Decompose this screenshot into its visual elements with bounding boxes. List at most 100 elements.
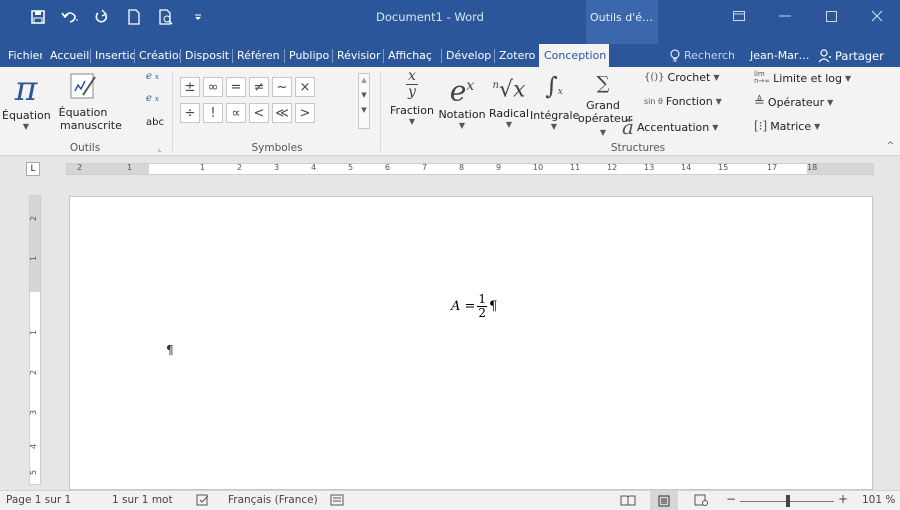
- dialog-launcher-icon[interactable]: ⌞: [158, 144, 162, 153]
- symbol-tilde[interactable]: ~: [272, 77, 292, 97]
- proofing-icon[interactable]: [196, 494, 210, 509]
- tab-affichage[interactable]: Affichaç: [384, 44, 441, 67]
- equation[interactable]: A = 1 2 ¶: [451, 293, 497, 320]
- symbol-plus-minus[interactable]: ±: [180, 77, 200, 97]
- matrix-button[interactable]: [⁝] Matrice ▼: [754, 119, 820, 133]
- word-count[interactable]: 1 sur 1 mot: [112, 494, 173, 506]
- tab-zotero[interactable]: Zotero: [495, 44, 539, 67]
- ruler-tick-label: 7: [422, 163, 428, 172]
- minimize-icon[interactable]: [762, 0, 808, 32]
- operator-button[interactable]: ≜ Opérateur ▼: [754, 95, 833, 110]
- user-name[interactable]: Jean-Mar…: [750, 44, 809, 67]
- radical-button[interactable]: n√x Radical ▼: [486, 69, 532, 129]
- scroll-down-icon[interactable]: ▼: [359, 86, 369, 104]
- tell-me-box[interactable]: Recherch: [670, 44, 735, 67]
- symbol-much-less-than[interactable]: ≪: [272, 103, 292, 123]
- ink-equation-label-1: Équation: [58, 106, 108, 119]
- qat-customize-icon[interactable]: [188, 7, 208, 27]
- symbol-gallery-scroll[interactable]: ▲ ▼ ▼: [358, 73, 370, 129]
- lightbulb-icon: [670, 49, 680, 61]
- tab-disposition[interactable]: Disposit: [181, 44, 232, 67]
- bracket-button[interactable]: {()} Crochet ▼: [644, 71, 719, 84]
- limit-log-button[interactable]: lim n→∞ Limite et log ▼: [754, 71, 851, 85]
- close-icon[interactable]: [854, 0, 900, 32]
- title-bar: Document1 - Word Outils d'é…: [0, 0, 900, 44]
- horizontal-ruler[interactable]: 2 1 1 2 3 4 5 6 7 8 9 10 11 12 13 14 15 17 18: [66, 163, 874, 175]
- symbol-greater-than[interactable]: >: [295, 103, 315, 123]
- symbol-proportional[interactable]: ∝: [226, 103, 246, 123]
- tab-developpeur[interactable]: Dévelop: [442, 44, 494, 67]
- equation-fraction: 1 2: [477, 293, 488, 320]
- ruler-tick-label: 9: [496, 163, 502, 172]
- ribbon: π Équation ▼ Équation manuscrite ex ex a…: [0, 67, 900, 156]
- zoom-out-button[interactable]: −: [726, 492, 736, 506]
- zoom-in-button[interactable]: +: [838, 492, 848, 506]
- symbol-equal[interactable]: =: [226, 77, 246, 97]
- gallery-expand-icon[interactable]: ▼: [359, 104, 369, 116]
- read-mode-icon[interactable]: [620, 494, 636, 509]
- function-button[interactable]: sin θ Fonction ▼: [644, 95, 722, 108]
- symbol-not-equal[interactable]: ≠: [249, 77, 269, 97]
- tab-creation[interactable]: Créatior: [135, 44, 180, 67]
- redo-icon[interactable]: [92, 7, 112, 27]
- collapse-ribbon-icon[interactable]: ^: [886, 141, 894, 151]
- ruler-tick-label: 4: [311, 163, 317, 172]
- zoom-level[interactable]: 101 %: [862, 494, 895, 506]
- tab-accueil[interactable]: Accueil: [42, 44, 90, 67]
- language[interactable]: Français (France): [228, 494, 318, 506]
- equation-button[interactable]: π Équation ▼: [2, 69, 51, 131]
- ruler-tick-label: 3: [274, 163, 280, 172]
- script-button[interactable]: ex Notation ▼: [436, 69, 488, 130]
- tab-references[interactable]: Référen: [233, 44, 284, 67]
- document-page[interactable]: A = 1 2 ¶ ¶: [69, 196, 873, 490]
- tab-selector[interactable]: L: [26, 162, 40, 176]
- share-button[interactable]: Partager: [818, 44, 884, 67]
- group-outils: π Équation ▼ Équation manuscrite ex ex a…: [0, 67, 170, 156]
- save-icon[interactable]: [28, 7, 48, 27]
- ink-equation-button[interactable]: Équation manuscrite: [52, 71, 122, 132]
- professional-format-icon[interactable]: ex: [146, 71, 159, 82]
- page-count[interactable]: Page 1 sur 1: [6, 494, 71, 506]
- vertical-ruler-tick-label: 4: [29, 443, 39, 450]
- chevron-down-icon: ▼: [845, 73, 852, 83]
- equation-lhs: A =: [451, 299, 476, 314]
- integral-button[interactable]: ∫x Intégrale ▼: [530, 69, 579, 131]
- scroll-up-icon[interactable]: ▲: [359, 74, 369, 86]
- tab-revision[interactable]: Révisior: [333, 44, 383, 67]
- symbol-times[interactable]: ×: [295, 77, 315, 97]
- print-preview-icon[interactable]: [156, 7, 176, 27]
- pi-icon: π: [14, 69, 38, 109]
- group-divider: [380, 71, 381, 151]
- accent-button[interactable]: ä Accentuation ▼: [622, 115, 718, 139]
- ruler-tick-label: 2: [237, 163, 243, 172]
- tab-publipostage[interactable]: Publipo: [285, 44, 332, 67]
- macro-recording-icon[interactable]: [330, 494, 344, 509]
- fraction-denominator: 2: [478, 306, 487, 320]
- fraction-button[interactable]: xy Fraction ▼: [386, 68, 438, 127]
- group-symboles: ± ∞ = ≠ ~ × ÷ ! ∝ < ≪ > ▲ ▼ ▼ Symboles: [174, 67, 380, 156]
- web-layout-icon[interactable]: [694, 494, 708, 509]
- print-layout-icon[interactable]: [650, 491, 678, 510]
- maximize-icon[interactable]: [808, 0, 854, 32]
- tab-insertion[interactable]: Insertio: [91, 44, 134, 67]
- ruler-tick-label: 5: [348, 163, 354, 172]
- new-document-icon[interactable]: [124, 7, 144, 27]
- fraction-icon: xy: [406, 68, 418, 100]
- ribbon-display-options-icon[interactable]: [716, 0, 762, 32]
- ruler-tick-label: 15: [718, 163, 729, 172]
- group-label-structures: Structures: [610, 142, 666, 154]
- symbol-divide[interactable]: ÷: [180, 103, 200, 123]
- large-operator-button[interactable]: ∑ Grand opérateur ▼: [578, 69, 632, 139]
- tab-fichier[interactable]: Fichier: [0, 44, 42, 67]
- symbol-factorial[interactable]: !: [203, 103, 223, 123]
- tab-conception[interactable]: Conception: [539, 44, 609, 67]
- symbol-less-than[interactable]: <: [249, 103, 269, 123]
- script-icon: ex: [449, 74, 475, 108]
- normal-text-button[interactable]: abc: [146, 117, 164, 128]
- zoom-slider-thumb[interactable]: [786, 495, 790, 507]
- vertical-ruler[interactable]: 2 1 1 2 3 4 5: [29, 195, 41, 485]
- symbol-infinity[interactable]: ∞: [203, 77, 223, 97]
- undo-icon[interactable]: [60, 7, 80, 27]
- vertical-ruler-tick-label: 1: [29, 255, 39, 262]
- linear-format-icon[interactable]: ex: [146, 93, 159, 104]
